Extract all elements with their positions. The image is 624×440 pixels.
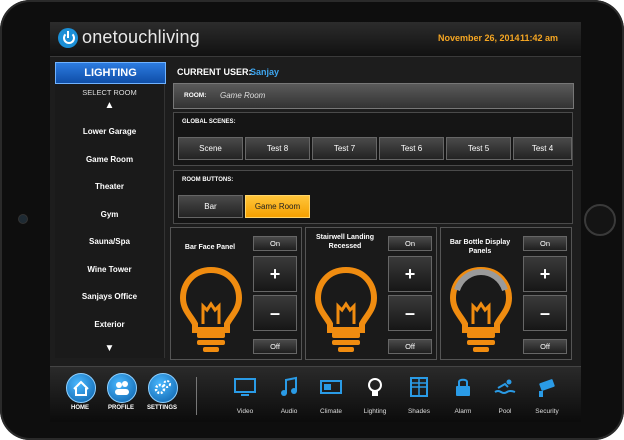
room-buttons-label: ROOM BUTTONS: — [182, 177, 234, 183]
light-name: Bar Face Panel — [184, 244, 236, 251]
scene-button-test-4[interactable]: Test 4 — [513, 137, 572, 160]
shades-icon[interactable] — [407, 375, 431, 399]
light-off-button[interactable]: Off — [388, 339, 432, 354]
scroll-up-arrow-icon[interactable]: ▲ — [55, 100, 164, 111]
room-value: Game Room — [220, 91, 266, 100]
room-bar: ROOM: Game Room — [173, 83, 574, 109]
nav-label-settings: SETTINGS — [146, 405, 177, 411]
scene-button-test-5[interactable]: Test 5 — [446, 137, 511, 160]
light-card-bar-face-panel: Bar Face Panel On + – Off — [170, 227, 302, 360]
scene-button-test-6[interactable]: Test 6 — [379, 137, 444, 160]
scene-button-test-7[interactable]: Test 7 — [312, 137, 377, 160]
home-hardware-button[interactable] — [584, 204, 616, 236]
select-room-title: SELECT ROOM — [82, 88, 137, 97]
device-label-video: Video — [236, 408, 254, 415]
room-item-sanjays-office[interactable]: Sanjays Office — [55, 292, 164, 301]
room-item-lower-garage[interactable]: Lower Garage — [55, 127, 164, 136]
light-lower-button[interactable]: – — [253, 295, 297, 331]
lock-icon[interactable] — [451, 375, 475, 399]
bulb-icon[interactable] — [363, 375, 387, 399]
thermostat-icon[interactable] — [319, 375, 343, 399]
screen: onetouchliving November 26, 2014 11:42 a… — [50, 22, 581, 422]
lightbulb-icon[interactable] — [179, 266, 243, 354]
room-selector-sidebar: SELECT ROOM ▲ Lower Garage Game Room The… — [55, 84, 165, 358]
profile-icon[interactable] — [107, 373, 137, 403]
camera-dot — [18, 214, 28, 224]
date-display: November 26, 2014 — [438, 33, 520, 43]
global-scenes-panel: GLOBAL SCENES: Scene Test 8 Test 7 Test … — [173, 112, 573, 166]
device-label-alarm: Alarm — [454, 408, 472, 415]
light-on-button[interactable]: On — [253, 236, 297, 251]
tv-icon[interactable] — [233, 375, 257, 399]
bottom-nav-bar: HOME PROFILE SETTINGS Video Audio Climat… — [50, 366, 581, 422]
room-button-bar[interactable]: Bar — [178, 195, 243, 218]
light-raise-button[interactable]: + — [523, 256, 567, 292]
top-bar: onetouchliving November 26, 2014 11:42 a… — [50, 22, 581, 57]
global-scenes-label: GLOBAL SCENES: — [182, 119, 236, 125]
light-card-bar-bottle-display: Bar Bottle Display Panels On + – Off — [440, 227, 572, 360]
room-buttons-panel: ROOM BUTTONS: Bar Game Room — [173, 170, 573, 224]
light-card-stairwell-landing: Stairwell Landing Recessed On + – Off — [305, 227, 437, 360]
light-raise-button[interactable]: + — [388, 256, 432, 292]
device-label-lighting: Lighting — [363, 408, 387, 415]
current-user-name: Sanjay — [250, 67, 280, 77]
room-item-wine-tower[interactable]: Wine Tower — [55, 265, 164, 274]
room-item-game-room[interactable]: Game Room — [55, 155, 164, 164]
section-tab-lighting[interactable]: LIGHTING — [55, 62, 166, 84]
lightbulb-icon[interactable] — [314, 266, 378, 354]
light-off-button[interactable]: Off — [253, 339, 297, 354]
room-item-exterior[interactable]: Exterior — [55, 320, 164, 329]
device-label-climate: Climate — [319, 408, 343, 415]
home-icon[interactable] — [66, 373, 96, 403]
scene-button-scene[interactable]: Scene — [178, 137, 243, 160]
nav-label-profile: PROFILE — [107, 405, 134, 411]
camera-icon[interactable] — [535, 375, 559, 399]
scroll-down-arrow-icon[interactable]: ▼ — [55, 343, 164, 354]
time-display: 11:42 am — [520, 33, 559, 43]
room-label: ROOM: — [184, 92, 207, 99]
scene-button-test-8[interactable]: Test 8 — [245, 137, 310, 160]
room-item-gym[interactable]: Gym — [55, 210, 164, 219]
device-label-shades: Shades — [407, 408, 431, 415]
device-label-security: Security — [535, 408, 559, 415]
light-on-button[interactable]: On — [523, 236, 567, 251]
device-label-audio: Audio — [280, 408, 298, 415]
tablet-frame: onetouchliving November 26, 2014 11:42 a… — [0, 0, 624, 440]
nav-label-home: HOME — [71, 405, 89, 411]
current-user-label: CURRENT USER: — [177, 67, 252, 77]
room-item-sauna-spa[interactable]: Sauna/Spa — [55, 237, 164, 246]
light-name: Bar Bottle Display Panels — [449, 239, 511, 255]
music-note-icon[interactable] — [277, 375, 301, 399]
nav-divider — [196, 377, 197, 415]
lightbulb-icon[interactable] — [449, 266, 513, 354]
room-item-theater[interactable]: Theater — [55, 182, 164, 191]
device-label-pool: Pool — [498, 408, 512, 415]
room-button-game-room[interactable]: Game Room — [245, 195, 310, 218]
light-raise-button[interactable]: + — [253, 256, 297, 292]
swimmer-icon[interactable] — [493, 375, 517, 399]
light-lower-button[interactable]: – — [388, 295, 432, 331]
power-logo-icon — [58, 28, 78, 48]
light-off-button[interactable]: Off — [523, 339, 567, 354]
brand-name: onetouchliving — [82, 27, 200, 47]
gears-icon[interactable] — [148, 373, 178, 403]
light-lower-button[interactable]: – — [523, 295, 567, 331]
light-on-button[interactable]: On — [388, 236, 432, 251]
light-name: Stairwell Landing Recessed — [316, 234, 374, 250]
